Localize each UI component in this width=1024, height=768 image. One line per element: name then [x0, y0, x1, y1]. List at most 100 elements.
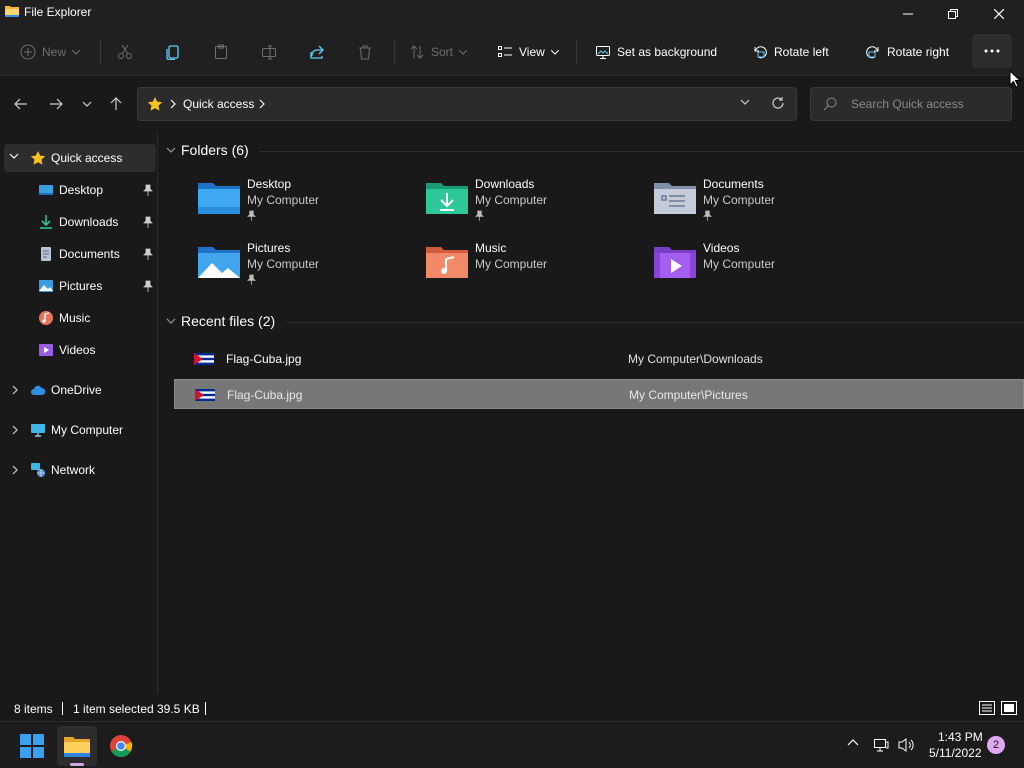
selection-size: 39.5 KB — [157, 702, 200, 716]
taskbar-chrome[interactable] — [101, 726, 141, 766]
copy-button[interactable] — [165, 37, 181, 67]
address-bar[interactable]: Quick access — [137, 87, 797, 121]
nav-item-downloads[interactable]: Downloads — [4, 208, 156, 236]
search-placeholder: Search Quick access — [851, 97, 964, 111]
cloud-icon — [31, 385, 46, 395]
folder-tile-documents[interactable]: Documents My Computer — [653, 177, 873, 237]
recent-files-group-title: Recent files (2) — [181, 313, 276, 329]
folder-location: My Computer — [475, 257, 548, 271]
desktop-folder-icon — [198, 183, 240, 214]
nav-item-my-computer[interactable]: My Computer — [4, 416, 156, 444]
view-list-icon — [498, 46, 512, 57]
address-location[interactable]: Quick access — [183, 97, 254, 111]
folder-tile-pictures[interactable]: Pictures My Computer — [197, 241, 417, 301]
chevron-down-icon[interactable] — [9, 153, 19, 159]
nav-item-music[interactable]: Music — [4, 304, 156, 332]
delete-button[interactable] — [357, 37, 373, 67]
chevron-down-icon — [459, 49, 468, 55]
forward-button[interactable] — [43, 91, 69, 117]
folder-location: My Computer — [703, 193, 776, 207]
chevron-down-icon — [72, 49, 81, 55]
set-as-background-label: Set as background — [617, 45, 718, 59]
nav-item-documents[interactable]: Documents — [4, 240, 156, 268]
details-view-icon[interactable] — [978, 699, 996, 717]
nav-item-desktop[interactable]: Desktop — [4, 176, 156, 204]
status-bar: 8 items 1 item selected 39.5 KB — [0, 695, 1024, 721]
view-button[interactable]: View — [497, 37, 559, 67]
recent-files-group-header[interactable]: Recent files (2) — [159, 310, 1024, 334]
close-button[interactable] — [976, 0, 1022, 28]
folder-tile-videos[interactable]: Videos My Computer — [653, 241, 873, 301]
nav-item-onedrive[interactable]: OneDrive — [4, 376, 156, 404]
recent-locations-button[interactable] — [74, 91, 100, 117]
folder-name: Videos — [703, 241, 740, 255]
group-divider — [287, 322, 1024, 323]
nav-item-pictures[interactable]: Pictures — [4, 272, 156, 300]
back-button[interactable] — [8, 91, 34, 117]
view-label: View — [519, 45, 545, 59]
notification-badge[interactable]: 2 — [987, 736, 1005, 754]
folder-tile-desktop[interactable]: Desktop My Computer — [197, 177, 417, 237]
file-row[interactable]: Flag-Cuba.jpg My Computer\Pictures — [174, 379, 1024, 409]
arrow-left-icon — [14, 98, 27, 110]
folder-name: Pictures — [247, 241, 291, 255]
folder-tile-downloads[interactable]: Downloads My Computer — [425, 177, 645, 237]
plus-circle-icon — [20, 44, 36, 60]
nav-item-videos[interactable]: Videos — [4, 336, 156, 364]
clock-date[interactable]: 5/11/2022 — [929, 746, 982, 760]
monitor-icon — [31, 424, 45, 437]
cuba-flag-icon — [194, 353, 214, 365]
network-icon — [31, 463, 45, 477]
chevron-right-icon[interactable] — [12, 465, 18, 475]
folder-location: My Computer — [703, 257, 776, 271]
restore-button[interactable] — [930, 0, 976, 28]
trash-icon — [359, 45, 371, 60]
search-input[interactable]: Search Quick access — [810, 87, 1012, 121]
address-dropdown-icon[interactable] — [740, 99, 750, 105]
refresh-icon[interactable] — [771, 96, 785, 110]
rename-icon — [262, 45, 276, 60]
paste-button[interactable] — [213, 37, 229, 67]
nav-item-quick-access[interactable]: Quick access — [4, 144, 156, 172]
file-explorer-icon — [5, 6, 19, 17]
taskbar-file-explorer[interactable] — [57, 726, 97, 766]
clock-time[interactable]: 1:43 PM — [938, 730, 983, 744]
chevron-up-icon[interactable] — [847, 737, 859, 749]
videos-folder-icon — [654, 247, 696, 278]
start-button[interactable] — [12, 726, 52, 766]
up-button[interactable] — [103, 91, 129, 117]
share-button[interactable] — [309, 37, 325, 67]
folders-group-header[interactable]: Folders (6) — [159, 139, 1024, 163]
copy-icon — [166, 45, 179, 60]
nav-label: Downloads — [59, 215, 119, 229]
chevron-right-icon[interactable] — [259, 99, 265, 109]
tiles-view-icon[interactable] — [1000, 699, 1018, 717]
file-row[interactable]: Flag-Cuba.jpg My Computer\Downloads — [174, 344, 1024, 374]
rotate-left-button[interactable]: Rotate left — [752, 37, 829, 67]
rename-button[interactable] — [261, 37, 277, 67]
chevron-right-icon[interactable] — [12, 425, 18, 435]
sort-button[interactable]: Sort — [409, 37, 468, 67]
videos-icon — [39, 344, 53, 356]
pin-icon — [143, 216, 153, 228]
set-as-background-button[interactable]: Set as background — [595, 37, 717, 67]
folder-tile-music[interactable]: Music My Computer — [425, 241, 645, 301]
share-icon — [310, 45, 324, 59]
new-button[interactable]: New — [20, 37, 81, 67]
chevron-right-icon[interactable] — [12, 385, 18, 395]
rotate-left-label: Rotate left — [774, 45, 829, 59]
sort-label: Sort — [431, 45, 454, 59]
nav-item-network[interactable]: Network — [4, 456, 156, 484]
pin-icon — [703, 210, 712, 221]
nav-label: Music — [59, 311, 91, 325]
rotate-right-button[interactable]: Rotate right — [865, 37, 949, 67]
more-options-button[interactable] — [972, 34, 1012, 68]
minimize-button[interactable] — [885, 0, 931, 28]
network-status-icon[interactable] — [873, 737, 889, 753]
star-icon — [30, 151, 46, 165]
music-icon — [39, 311, 53, 325]
content-pane: Folders (6) Desktop My Computer Download… — [159, 132, 1024, 695]
cut-button[interactable] — [117, 37, 133, 67]
nav-label: My Computer — [51, 423, 124, 437]
volume-icon[interactable] — [898, 737, 916, 753]
